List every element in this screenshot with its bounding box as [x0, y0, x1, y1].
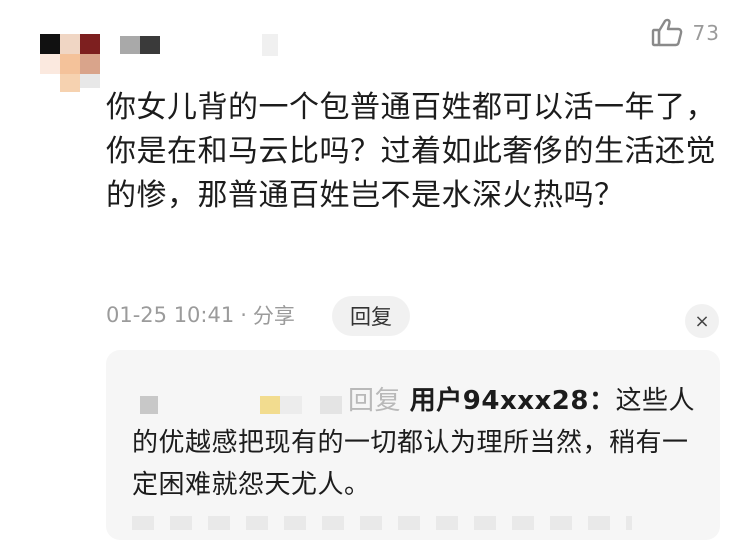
- close-button[interactable]: ×: [685, 304, 719, 338]
- username-blurred[interactable]: [120, 36, 164, 56]
- comment-meta: 01-25 10:41 · 分享: [106, 298, 295, 332]
- reply-target-user[interactable]: 用户94xxx28：: [410, 386, 616, 416]
- blurred-mark: [262, 34, 278, 56]
- share-link[interactable]: 分享: [253, 300, 295, 330]
- avatar-pixel: [60, 74, 80, 92]
- comment-text: 你女儿背的一个包普通百姓都可以活一年了，你是在和马云比吗？过着如此奢侈的生活还觉…: [106, 90, 716, 213]
- avatar[interactable]: [38, 34, 102, 98]
- reply-button[interactable]: 回复: [332, 296, 410, 336]
- username-pixel: [140, 36, 160, 54]
- username-pixel: [120, 36, 140, 54]
- avatar-pixel: [60, 54, 80, 74]
- reply-text: 回复 用户94xxx28：这些人的优越感把现有的一切都认为理所当然，稍有一定困难…: [132, 380, 702, 506]
- like-button[interactable]: 73: [651, 18, 720, 48]
- like-count: 73: [692, 21, 720, 45]
- cut-off-next-line: [132, 516, 632, 530]
- meta-separator: ·: [240, 303, 247, 327]
- avatar-pixel: [40, 34, 60, 54]
- avatar-pixel: [40, 54, 60, 74]
- avatar-pixel: [80, 54, 100, 74]
- avatar-pixel: [80, 74, 100, 88]
- avatar-pixel: [80, 34, 100, 54]
- comment-time: 01-25 10:41: [106, 303, 235, 327]
- avatar-pixel: [60, 34, 80, 54]
- thumbs-up-icon: [651, 18, 683, 48]
- reply-prefix: 回复: [348, 386, 402, 416]
